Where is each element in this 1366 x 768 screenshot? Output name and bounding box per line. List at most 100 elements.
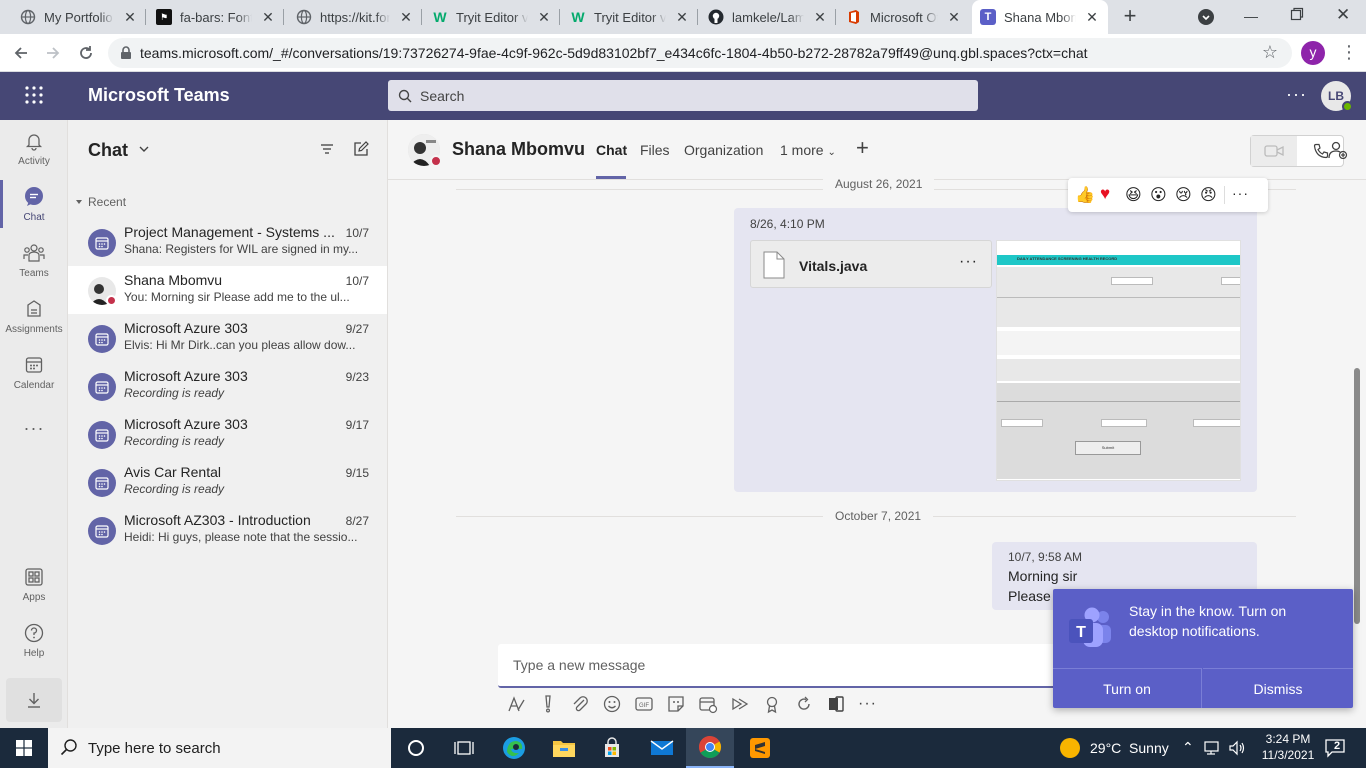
chevron-up-icon[interactable]: ⌃: [1182, 739, 1194, 756]
forward-button[interactable]: [44, 44, 62, 62]
more-apps-icon[interactable]: ···: [0, 400, 68, 456]
download-button[interactable]: [6, 678, 62, 722]
rail-item-calendar[interactable]: Calendar: [0, 344, 68, 400]
browser-tab[interactable]: My Portfolio ✕: [12, 0, 146, 34]
browser-tab-active[interactable]: T Shana Mbomvu ✕: [972, 0, 1108, 34]
minimize-button[interactable]: —: [1244, 8, 1260, 24]
user-avatar[interactable]: LB: [1321, 81, 1353, 112]
window-close-button[interactable]: ✕: [1336, 5, 1350, 25]
tab-search-button[interactable]: [1198, 9, 1214, 25]
new-tab-button[interactable]: +: [1118, 5, 1142, 29]
format-icon[interactable]: [506, 694, 526, 714]
close-icon[interactable]: ✕: [536, 9, 552, 26]
important-icon[interactable]: [538, 694, 558, 714]
clock[interactable]: 3:24 PM 11/3/2021: [1258, 731, 1318, 763]
task-view-icon[interactable]: [440, 728, 488, 768]
tab-chat[interactable]: Chat: [596, 142, 627, 158]
more-options-icon[interactable]: ···: [1286, 84, 1307, 105]
app-launcher-icon[interactable]: [24, 85, 44, 105]
close-icon[interactable]: ✕: [398, 9, 414, 26]
emoji-icon[interactable]: [602, 694, 622, 714]
rail-item-apps[interactable]: Apps: [0, 556, 68, 612]
close-icon[interactable]: ✕: [122, 9, 138, 26]
gif-icon[interactable]: GIF: [634, 694, 654, 714]
turn-on-button[interactable]: Turn on: [1053, 668, 1202, 708]
add-people-icon[interactable]: [1328, 141, 1348, 159]
edge-icon[interactable]: [490, 728, 538, 768]
chat-list-item[interactable]: Microsoft Azure 303 9/17 Recording is read…: [68, 410, 387, 458]
weather-text[interactable]: 29°C Sunny: [1090, 740, 1169, 756]
tab-files[interactable]: Files: [640, 142, 670, 158]
onenote-icon[interactable]: [826, 694, 846, 714]
video-call-icon[interactable]: [1251, 136, 1297, 166]
rail-item-assignments[interactable]: Assignments: [0, 288, 68, 344]
more-options-icon[interactable]: ···: [959, 253, 978, 271]
address-bar[interactable]: teams.microsoft.com/_#/conversations/19:…: [108, 38, 1292, 68]
sublime-icon[interactable]: [736, 728, 784, 768]
close-icon[interactable]: ✕: [1084, 9, 1100, 26]
store-icon[interactable]: [588, 728, 636, 768]
chrome-icon[interactable]: [686, 728, 734, 768]
browser-tab[interactable]: https://kit.fontawesome.com ✕: [288, 0, 422, 34]
loop-icon[interactable]: [794, 694, 814, 714]
chat-list-item[interactable]: Microsoft Azure 303 9/27 Elvis: Hi Mr Dirk…: [68, 314, 387, 362]
close-icon[interactable]: ✕: [812, 9, 828, 26]
rail-item-activity[interactable]: Activity: [0, 120, 68, 176]
sad-reaction-icon[interactable]: 😢: [1175, 185, 1192, 205]
restore-button[interactable]: [1290, 7, 1304, 21]
message-bubble[interactable]: 8/26, 4:10 PM Vitals.java ··· DAILY ATTE…: [734, 208, 1257, 492]
praise-icon[interactable]: [762, 694, 782, 714]
close-icon[interactable]: ✕: [260, 9, 276, 26]
volume-icon[interactable]: [1228, 740, 1246, 756]
sun-icon[interactable]: [1060, 738, 1080, 758]
stream-icon[interactable]: [730, 694, 750, 714]
rail-item-chat[interactable]: Chat: [0, 176, 68, 232]
sticker-icon[interactable]: [666, 694, 686, 714]
reload-button[interactable]: [76, 43, 96, 63]
caret-down-icon[interactable]: [74, 197, 84, 207]
scrollbar-thumb[interactable]: [1354, 368, 1360, 624]
browser-tab[interactable]: ⚑ fa-bars: Font Awesome ✕: [148, 0, 284, 34]
browser-tab[interactable]: Microsoft Office ✕: [838, 0, 970, 34]
heart-reaction-icon[interactable]: ♥: [1100, 184, 1110, 204]
meet-now-icon[interactable]: [698, 694, 718, 714]
file-explorer-icon[interactable]: [540, 728, 588, 768]
start-button[interactable]: [0, 728, 48, 768]
chat-list-item[interactable]: Avis Car Rental 9/15 Recording is ready: [68, 458, 387, 506]
image-attachment[interactable]: DAILY ATTENDANCE SCREENING HEALTH RECORD…: [996, 240, 1241, 481]
profile-avatar[interactable]: y: [1301, 41, 1325, 65]
chevron-down-icon[interactable]: [138, 143, 150, 155]
surprised-reaction-icon[interactable]: 😮: [1150, 185, 1167, 205]
search-input[interactable]: Search: [388, 80, 978, 111]
chat-list-item[interactable]: Project Management - Systems ... 10/7 Shan…: [68, 218, 387, 266]
rail-item-teams[interactable]: Teams: [0, 232, 68, 288]
kebab-menu-icon[interactable]: ⋮: [1340, 40, 1358, 64]
angry-reaction-icon[interactable]: 😠: [1200, 185, 1217, 205]
browser-tab[interactable]: W Tryit Editor v3.7 ✕: [562, 0, 698, 34]
close-icon[interactable]: ✕: [674, 9, 690, 26]
tab-organization[interactable]: Organization: [684, 142, 763, 158]
browser-tab[interactable]: lamkele/Lamkele ✕: [700, 0, 836, 34]
attach-icon[interactable]: [570, 694, 590, 714]
taskbar-search-input[interactable]: Type here to search: [48, 728, 391, 768]
filter-icon[interactable]: [320, 142, 334, 156]
file-attachment[interactable]: Vitals.java ···: [750, 240, 992, 288]
browser-tab[interactable]: W Tryit Editor v3.7 ✕: [424, 0, 560, 34]
rail-item-help[interactable]: Help: [0, 612, 68, 668]
more-options-icon[interactable]: ···: [1232, 185, 1249, 201]
chat-list-item[interactable]: Shana Mbomvu 10/7 You: Morning sir Please …: [68, 266, 387, 314]
back-button[interactable]: [12, 44, 30, 62]
star-icon[interactable]: ☆: [1262, 42, 1278, 63]
cortana-icon[interactable]: [392, 728, 440, 768]
like-reaction-icon[interactable]: 👍: [1075, 185, 1095, 205]
tab-more[interactable]: 1 more ⌄: [780, 142, 836, 158]
mail-icon[interactable]: [638, 728, 686, 768]
notification-center-button[interactable]: 2: [1324, 738, 1346, 758]
chat-list-item[interactable]: Microsoft Azure 303 9/23 Recording is read…: [68, 362, 387, 410]
more-options-icon[interactable]: ···: [858, 695, 877, 713]
network-icon[interactable]: [1204, 740, 1222, 756]
add-tab-icon[interactable]: +: [856, 137, 869, 159]
dismiss-button[interactable]: Dismiss: [1203, 668, 1353, 708]
close-icon[interactable]: ✕: [946, 9, 962, 26]
chat-list-item[interactable]: Microsoft AZ303 - Introduction 8/27 Heidi:…: [68, 506, 387, 554]
